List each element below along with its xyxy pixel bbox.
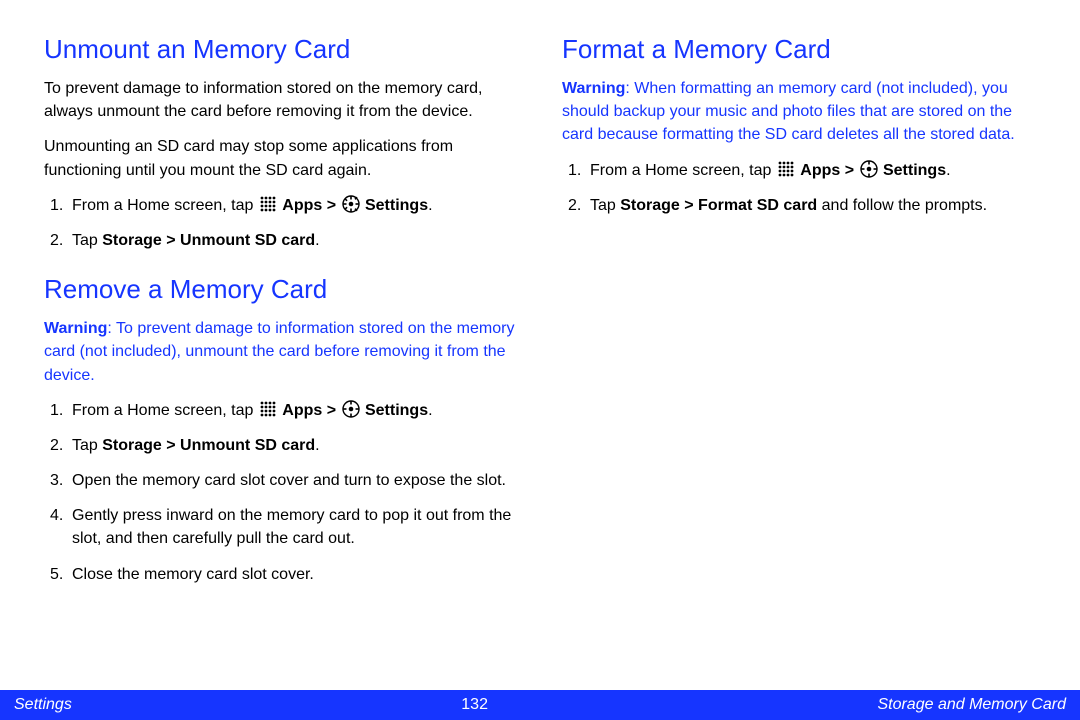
list-item: 1. From a Home screen, tap Apps > Settin… — [562, 159, 1036, 182]
step-text: From a Home screen, tap Apps > Settings. — [72, 194, 518, 217]
footer-topic-name: Storage and Memory Card — [877, 696, 1066, 714]
step-text: Tap Storage > Unmount SD card. — [72, 229, 518, 252]
step-number: 1. — [44, 194, 72, 217]
warning-paragraph: Warning: To prevent damage to informatio… — [44, 317, 518, 387]
step-text: Open the memory card slot cover and turn… — [72, 469, 518, 492]
step-number: 2. — [562, 194, 590, 217]
text-run: . — [315, 232, 319, 249]
step-text: Tap Storage > Format SD card and follow … — [590, 194, 1036, 217]
text-run: Tap — [72, 437, 102, 454]
text-bold: Storage > Unmount SD card — [102, 232, 315, 249]
page-footer: Settings 132 Storage and Memory Card — [0, 690, 1080, 720]
apps-grid-icon — [259, 400, 277, 418]
list-item: 4. Gently press inward on the memory car… — [44, 504, 518, 550]
text-run: . — [946, 162, 950, 179]
step-number: 2. — [44, 229, 72, 252]
step-text: Gently press inward on the memory card t… — [72, 504, 518, 550]
text-run: Tap — [72, 232, 102, 249]
warning-body: : To prevent damage to information store… — [44, 320, 514, 383]
apps-grid-icon — [777, 160, 795, 178]
list-item: 2. Tap Storage > Format SD card and foll… — [562, 194, 1036, 217]
text-run: From a Home screen, tap — [590, 162, 776, 179]
text-bold: Storage > Unmount SD card — [102, 437, 315, 454]
list-item: 2. Tap Storage > Unmount SD card. — [44, 229, 518, 252]
text-run: From a Home screen, tap — [72, 402, 258, 419]
list-item: 1. From a Home screen, tap Apps > Settin… — [44, 194, 518, 217]
warning-paragraph: Warning: When formatting an memory card … — [562, 77, 1036, 147]
step-number: 4. — [44, 504, 72, 550]
step-number: 5. — [44, 563, 72, 586]
text-bold: Apps > — [800, 162, 858, 179]
text-bold: Settings — [365, 402, 428, 419]
settings-gear-icon — [342, 195, 360, 213]
text-bold: Settings — [883, 162, 946, 179]
warning-label: Warning — [44, 320, 107, 337]
manual-page: Unmount an Memory Card To prevent damage… — [0, 0, 1080, 690]
section-heading-remove: Remove a Memory Card — [44, 274, 518, 305]
step-number: 3. — [44, 469, 72, 492]
footer-section-name: Settings — [14, 696, 72, 714]
steps-list-format: 1. From a Home screen, tap Apps > Settin… — [562, 159, 1036, 217]
paragraph: To prevent damage to information stored … — [44, 77, 518, 123]
step-text: Tap Storage > Unmount SD card. — [72, 434, 518, 457]
text-run: From a Home screen, tap — [72, 197, 258, 214]
steps-list-unmount: 1. From a Home screen, tap Apps > Settin… — [44, 194, 518, 252]
step-number: 2. — [44, 434, 72, 457]
paragraph: Unmounting an SD card may stop some appl… — [44, 135, 518, 181]
section-heading-format: Format a Memory Card — [562, 34, 1036, 65]
list-item: 5. Close the memory card slot cover. — [44, 563, 518, 586]
step-text: From a Home screen, tap Apps > Settings. — [590, 159, 1036, 182]
settings-gear-icon — [860, 160, 878, 178]
left-column: Unmount an Memory Card To prevent damage… — [44, 30, 518, 680]
page-number: 132 — [461, 696, 488, 714]
text-run: . — [428, 402, 432, 419]
warning-body: : When formatting an memory card (not in… — [562, 80, 1015, 143]
step-text: Close the memory card slot cover. — [72, 563, 518, 586]
right-column: Format a Memory Card Warning: When forma… — [562, 30, 1036, 680]
list-item: 1. From a Home screen, tap Apps > Settin… — [44, 399, 518, 422]
text-bold: Apps > — [282, 402, 340, 419]
text-bold: Storage > Format SD card — [620, 197, 817, 214]
text-run: and follow the prompts. — [817, 197, 987, 214]
text-run: . — [428, 197, 432, 214]
step-number: 1. — [562, 159, 590, 182]
settings-gear-icon — [342, 400, 360, 418]
list-item: 2. Tap Storage > Unmount SD card. — [44, 434, 518, 457]
apps-grid-icon — [259, 195, 277, 213]
text-run: . — [315, 437, 319, 454]
warning-label: Warning — [562, 80, 625, 97]
step-text: From a Home screen, tap Apps > Settings. — [72, 399, 518, 422]
list-item: 3. Open the memory card slot cover and t… — [44, 469, 518, 492]
text-bold: Settings — [365, 197, 428, 214]
step-number: 1. — [44, 399, 72, 422]
text-run: Tap — [590, 197, 620, 214]
section-heading-unmount: Unmount an Memory Card — [44, 34, 518, 65]
text-bold: Apps > — [282, 197, 340, 214]
steps-list-remove: 1. From a Home screen, tap Apps > Settin… — [44, 399, 518, 586]
